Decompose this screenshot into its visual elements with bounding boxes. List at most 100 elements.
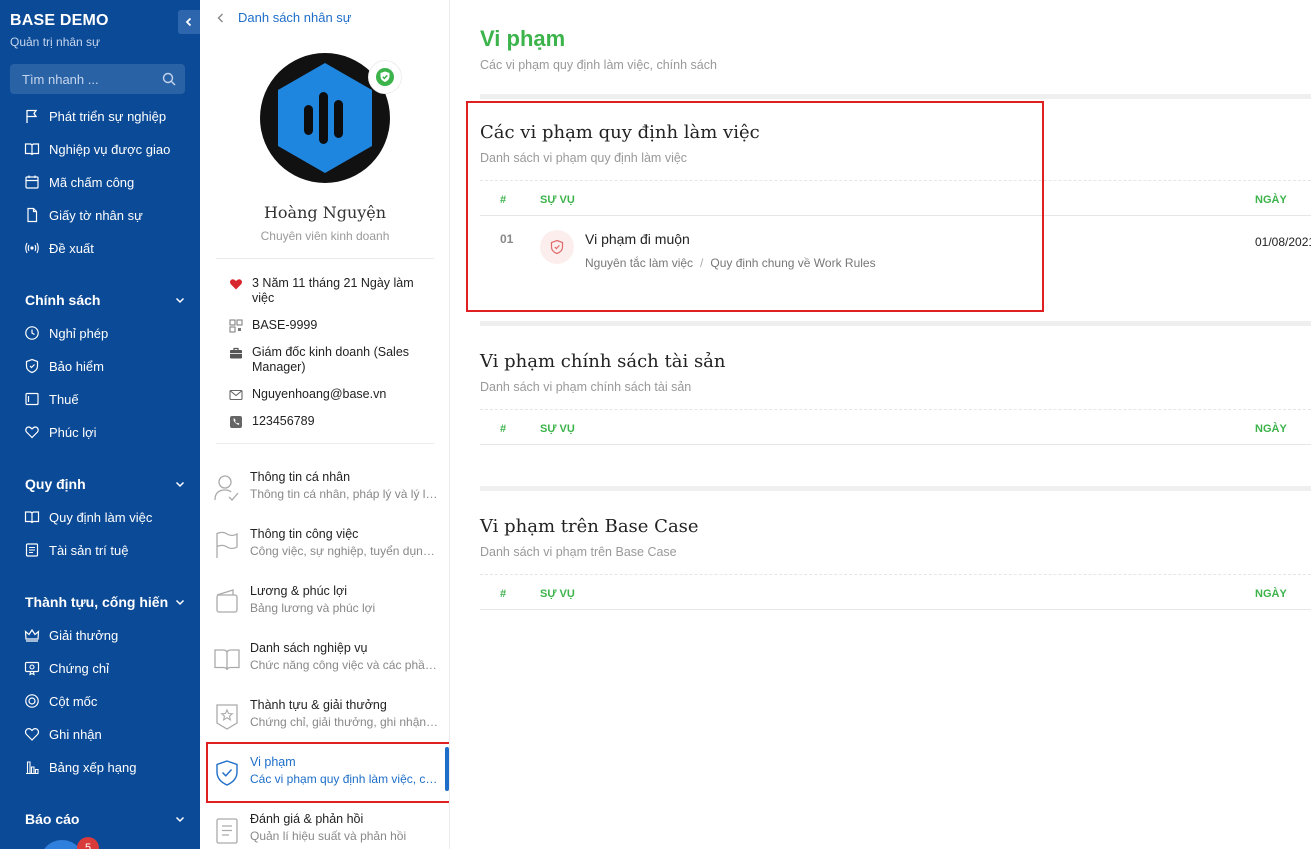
sidebar-item-label: Giải thưởng [49, 627, 119, 643]
sidebar-section-achievements[interactable]: Thành tựu, cống hiến [25, 594, 185, 610]
violation-title[interactable]: Vi phạm đi muộn [585, 231, 690, 247]
section-separator [480, 321, 1311, 326]
chevron-left-icon [217, 13, 223, 22]
profile-menu-task-list[interactable]: Danh sách nghiệp vụ Chức năng công việc … [214, 640, 442, 690]
column-header-date: NGÀY [1255, 588, 1287, 600]
column-header-num: # [500, 423, 507, 435]
section-subtitle-work-rules: Danh sách vi phạm quy định làm việc [480, 151, 688, 165]
table-header: # SỰ VỤ NGÀY [480, 180, 1311, 216]
info-email-text: Nguyenhoang@base.vn [252, 387, 387, 401]
sidebar-item-leave[interactable]: Nghỉ phép [24, 322, 108, 344]
column-header-case: SỰ VỤ [540, 423, 575, 435]
divider [216, 443, 434, 444]
sidebar-item-label: Phát triển sự nghiệp [49, 108, 167, 124]
profile-menu-personal-info[interactable]: Thông tin cá nhân Thông tin cá nhân, phá… [214, 469, 442, 519]
info-position: Giám đốc kinh doanh (Sales Manager) [229, 345, 427, 375]
sidebar-item-hr-documents[interactable]: Giấy tờ nhân sự [24, 204, 143, 226]
sidebar-section-regulations[interactable]: Quy định [25, 476, 185, 492]
bar-chart-icon [26, 761, 39, 775]
verified-badge [369, 61, 401, 93]
sidebar-section-policy[interactable]: Chính sách [25, 292, 185, 308]
table-header: # SỰ VỤ NGÀY [480, 409, 1311, 445]
sidebar-item-tax[interactable]: Thuế [24, 388, 79, 410]
sidebar-item-intellectual-property[interactable]: Tài sản trí tuệ [24, 539, 128, 561]
sidebar-section-title: Báo cáo [25, 811, 80, 827]
violations-content: Vi phạm Các vi phạm quy định làm việc, c… [450, 0, 1311, 849]
sidebar-item-awards[interactable]: Giải thưởng [24, 624, 118, 646]
column-header-date: NGÀY [1255, 423, 1287, 435]
mail-icon [229, 389, 243, 401]
violation-icon [540, 230, 574, 264]
search-icon[interactable] [162, 72, 176, 86]
shield-alert-icon [550, 239, 564, 255]
menu-text: Thông tin công việc Công việc, sự nghiệp… [250, 526, 440, 558]
collapse-sidebar-button[interactable] [178, 10, 200, 34]
info-email: Nguyenhoang@base.vn [229, 387, 427, 402]
violation-breadcrumb: Nguyên tắc làm việc / Quy định chung về Wo… [585, 256, 876, 270]
info-phone-text: 123456789 [252, 414, 315, 428]
profile-menu-evaluation[interactable]: Đánh giá & phản hồi Quản lí hiệu suất và… [214, 811, 442, 849]
profile-menu-violations[interactable]: Vi phạm Các vi phạm quy định làm việc, c… [214, 754, 442, 804]
target-icon [25, 694, 39, 708]
brand-title: BASE DEMO [10, 12, 109, 29]
profile-menu-salary-benefits[interactable]: Lương & phúc lợi Bảng lương và phúc lợi [214, 583, 442, 633]
phone-icon [230, 416, 242, 428]
sidebar-item-recognition[interactable]: Ghi nhận [24, 723, 102, 745]
quick-search [10, 64, 185, 94]
section-subtitle-base-case: Danh sách vi phạm trên Base Case [480, 545, 677, 559]
flag-icon [26, 109, 38, 123]
sidebar-item-insurance[interactable]: Bảo hiểm [24, 355, 104, 377]
shield-icon [25, 358, 39, 374]
menu-title: Vi phạm [250, 755, 296, 769]
sidebar-item-label: Tài sản trí tuệ [49, 542, 129, 558]
menu-text: Vi phạm Các vi phạm quy định làm việc, c… [250, 754, 440, 786]
broadcast-icon [25, 242, 39, 254]
sidebar-item-assigned-tasks[interactable]: Nghiệp vụ được giao [24, 138, 170, 160]
profile-menu-achievements[interactable]: Thành tựu & giải thưởng Chứng chỉ, giải … [214, 697, 442, 747]
info-employee-code-text: BASE-9999 [252, 318, 318, 332]
back-link-label: Danh sách nhân sự [238, 10, 352, 25]
sidebar-item-label: Đề xuất [49, 240, 94, 256]
menu-text: Lương & phúc lợi Bảng lương và phúc lợi [250, 583, 440, 615]
info-employee-code: BASE-9999 [229, 318, 427, 333]
clipboard-icon [216, 818, 238, 844]
book-icon [214, 649, 240, 671]
sidebar-section-title: Quy định [25, 476, 86, 492]
app-root: BASE DEMO Quản trị nhân sự Phát triển sự… [0, 0, 1311, 849]
sidebar-item-label: Nghiệp vụ được giao [49, 141, 171, 157]
profile-menu-job-info[interactable]: Thông tin công việc Công việc, sự nghiệp… [214, 526, 442, 576]
sidebar-item-leaderboard[interactable]: Bảng xếp hạng [24, 756, 136, 778]
sidebar-section-reports[interactable]: Báo cáo [25, 811, 185, 827]
chevron-down-icon [175, 599, 185, 606]
column-header-case: SỰ VỤ [540, 194, 575, 206]
sidebar-item-benefits[interactable]: Phúc lợi [24, 421, 97, 443]
heart-hands-icon [25, 426, 39, 439]
briefcase-icon [230, 347, 242, 359]
menu-title: Lương & phúc lợi [250, 584, 348, 598]
sidebar-item-certificates[interactable]: Chứng chỉ [24, 657, 109, 679]
menu-subtitle: Bảng lương và phúc lợi [250, 601, 376, 615]
sidebar-item-label: Bảo hiểm [49, 358, 104, 374]
sidebar-item-proposals[interactable]: Đề xuất [24, 237, 94, 259]
chevron-left-icon [185, 17, 192, 27]
shield-check-icon [216, 760, 238, 786]
breadcrumb-item[interactable]: Quy định chung về Work Rules [710, 256, 875, 270]
sidebar-item-work-rules[interactable]: Quy định làm việc [24, 506, 152, 528]
menu-subtitle: Công việc, sự nghiệp, tuyển dụng ... [250, 544, 440, 558]
clock-icon [25, 326, 39, 340]
document-list-icon [25, 543, 39, 557]
menu-subtitle: Thông tin cá nhân, pháp lý và lý lịch [250, 487, 440, 501]
chevron-down-icon [175, 481, 185, 488]
menu-text: Danh sách nghiệp vụ Chức năng công việc … [250, 640, 440, 672]
star-award-icon [216, 704, 238, 730]
breadcrumb-separator: / [700, 256, 704, 270]
sidebar-item-career[interactable]: Phát triển sự nghiệp [24, 105, 166, 127]
breadcrumb-item[interactable]: Nguyên tắc làm việc [585, 256, 693, 270]
sidebar-item-timekeeping-code[interactable]: Mã chấm công [24, 171, 134, 193]
table-header: # SỰ VỤ NGÀY [480, 574, 1311, 610]
sidebar-item-milestones[interactable]: Cột mốc [24, 690, 97, 712]
back-to-employee-list[interactable]: Danh sách nhân sự [216, 10, 352, 25]
quick-search-input[interactable] [10, 64, 185, 94]
chevron-down-icon [175, 297, 185, 304]
column-header-date: NGÀY [1255, 194, 1287, 206]
